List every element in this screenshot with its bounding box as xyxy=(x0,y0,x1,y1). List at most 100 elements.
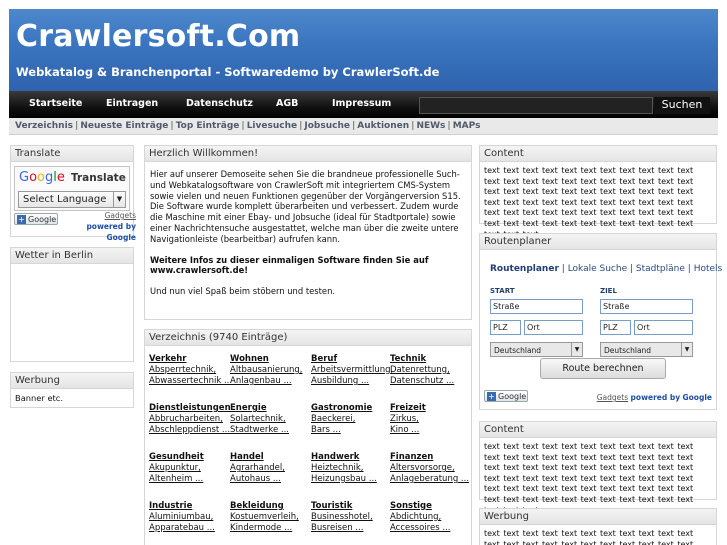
ziel-plz-input[interactable]: PLZ xyxy=(600,320,631,335)
subcategory-link[interactable]: Anlagenbau ... xyxy=(230,376,310,387)
start-ort-input[interactable]: Ort xyxy=(524,320,583,335)
subnav-neueste[interactable]: Neueste Einträge xyxy=(80,121,168,131)
subcategory-link[interactable]: Heizungsbau ... xyxy=(311,474,391,485)
subcategory-link[interactable]: Kindermode ... xyxy=(230,523,310,534)
start-plz-input[interactable]: PLZ xyxy=(490,320,521,335)
subcategory-link[interactable]: Abschleppdienst ... xyxy=(149,425,230,436)
subcategory-link[interactable]: Heiztechnik, xyxy=(311,463,391,474)
subcategory-link[interactable]: Autohaus ... xyxy=(230,474,310,485)
start-label: START xyxy=(490,287,515,295)
gadgets-link[interactable]: Gadgets xyxy=(597,393,628,402)
nav-eintragen[interactable]: Eintragen xyxy=(106,98,158,109)
directory-category: Handwerk Heiztechnik, Heizungsbau ... xyxy=(311,452,391,485)
box-title: Content xyxy=(480,422,716,438)
subnav-top[interactable]: Top Einträge xyxy=(176,121,240,131)
subcategory-link[interactable]: Datenrettung, xyxy=(390,365,470,376)
category-link[interactable]: Energie xyxy=(230,403,310,414)
category-link[interactable]: Touristik xyxy=(311,501,391,512)
subcategory-link[interactable]: Apparatebau ... xyxy=(149,523,229,534)
subnav-verzeichnis[interactable]: Verzeichnis xyxy=(15,121,73,131)
subcategory-link[interactable]: Datenschutz ... xyxy=(390,376,470,387)
subcategory-link[interactable]: Baeckerei, xyxy=(311,414,391,425)
google-logo: Google xyxy=(19,170,65,185)
box-title: Wetter in Berlin xyxy=(11,248,133,264)
start-street-input[interactable]: Straße xyxy=(490,299,583,314)
category-link[interactable]: Verkehr xyxy=(149,354,229,365)
subcategory-link[interactable]: Altersvorsorge, xyxy=(390,463,470,474)
subcategory-link[interactable]: Altenheim ... xyxy=(149,474,229,485)
subnav-auktionen[interactable]: Auktionen xyxy=(357,121,409,131)
welcome-text: Hier auf unserer Demoseite sehen Sie die… xyxy=(150,169,461,244)
nav-startseite[interactable]: Startseite xyxy=(29,98,82,109)
translate-box: Translate Google Translate Select Langua… xyxy=(10,145,136,242)
category-link[interactable]: Handwerk xyxy=(311,452,391,463)
add-to-google-button[interactable]: + Google xyxy=(14,213,58,225)
subcategory-link[interactable]: Businesshotel, xyxy=(311,512,391,523)
search-input[interactable] xyxy=(419,97,653,114)
google-link[interactable]: Google xyxy=(683,393,713,402)
gadgets-link[interactable]: Gadgets xyxy=(105,211,136,220)
google-link[interactable]: Google xyxy=(107,233,137,242)
subcategory-link[interactable]: Solartechnik, xyxy=(230,414,310,425)
subcategory-link[interactable]: Busreisen ... xyxy=(311,523,391,534)
tab-hotels[interactable]: Hotels xyxy=(694,264,723,274)
ziel-country-select[interactable]: Deutschland ▼ xyxy=(600,342,693,357)
category-link[interactable]: Wohnen xyxy=(230,354,310,365)
language-select[interactable]: Select Language ▼ xyxy=(18,191,126,208)
nav-impressum[interactable]: Impressum xyxy=(332,98,391,109)
subnav-livesuche[interactable]: Livesuche xyxy=(247,121,297,131)
subcategory-link[interactable]: Bars ... xyxy=(311,425,391,436)
subcategory-link[interactable]: Abdichtung, xyxy=(390,512,470,523)
category-link[interactable]: Dienstleistungen xyxy=(149,403,231,414)
subcategory-link[interactable]: Anlageberatung ... xyxy=(390,474,470,485)
route-planner-box: Routenplaner Routenplaner | Lokale Suche… xyxy=(479,233,722,410)
tab-lokale-suche[interactable]: Lokale Suche xyxy=(568,264,627,274)
welcome-closing: Und nun viel Spaß beim stöbern und teste… xyxy=(150,286,336,297)
nav-datenschutz[interactable]: Datenschutz xyxy=(186,98,253,109)
nav-agb[interactable]: AGB xyxy=(276,98,298,109)
subcategory-link[interactable]: Zirkus, xyxy=(390,414,470,425)
category-link[interactable]: Gastronomie xyxy=(311,403,391,414)
subcategory-link[interactable]: Kostuemverleih, xyxy=(230,512,310,523)
category-link[interactable]: Beruf xyxy=(311,354,391,365)
subcategory-link[interactable]: Akupunktur, xyxy=(149,463,229,474)
category-link[interactable]: Handel xyxy=(230,452,310,463)
subnav-news[interactable]: NEWs xyxy=(416,121,445,131)
subcategory-link[interactable]: Agrarhandel, xyxy=(230,463,310,474)
ziel-ort-input[interactable]: Ort xyxy=(634,320,693,335)
subnav-maps[interactable]: MAPs xyxy=(453,121,481,131)
box-title: Herzlich Willkommen! xyxy=(145,146,471,162)
subnav-jobsuche[interactable]: Jobsuche xyxy=(304,121,350,131)
calculate-route-button[interactable]: Route berechnen xyxy=(540,358,666,379)
category-link[interactable]: Industrie xyxy=(149,501,229,512)
start-country-select[interactable]: Deutschland ▼ xyxy=(490,342,583,357)
subcategory-link[interactable]: Accessoires ... xyxy=(390,523,470,534)
start-country-value: Deutschland xyxy=(494,346,542,355)
chevron-down-icon: ▼ xyxy=(681,343,692,356)
subcategory-link[interactable]: Altbausanierung, xyxy=(230,365,310,376)
subcategory-link[interactable]: Kino ... xyxy=(390,425,470,436)
directory-category: Technik Datenrettung, Datenschutz ... xyxy=(390,354,470,387)
site-title[interactable]: Crawlersoft.Com xyxy=(16,19,300,54)
route-tabs: Routenplaner | Lokale Suche | Stadtpläne… xyxy=(490,264,722,274)
subcategory-link[interactable]: Aluminiumbau, xyxy=(149,512,229,523)
tab-routenplaner[interactable]: Routenplaner xyxy=(490,264,559,274)
category-link[interactable]: Sonstige xyxy=(390,501,470,512)
category-link[interactable]: Freizeit xyxy=(390,403,470,414)
subcategory-link[interactable]: Absperrtechnik, xyxy=(149,365,229,376)
category-link[interactable]: Technik xyxy=(390,354,470,365)
category-link[interactable]: Bekleidung xyxy=(230,501,310,512)
category-link[interactable]: Gesundheit xyxy=(149,452,229,463)
add-to-google-button[interactable]: + Google xyxy=(484,390,528,402)
subcategory-link[interactable]: Abbrucharbeiten, xyxy=(149,414,229,425)
subcategory-link[interactable]: Ausbildung ... xyxy=(311,376,391,387)
subcategory-link[interactable]: Stadtwerke ... xyxy=(230,425,310,436)
category-link[interactable]: Finanzen xyxy=(390,452,470,463)
directory-category: Energie Solartechnik, Stadtwerke ... xyxy=(230,403,310,436)
tab-stadtplaene[interactable]: Stadtpläne xyxy=(636,264,685,274)
ziel-street-input[interactable]: Straße xyxy=(600,299,693,314)
box-title: Verzeichnis (9740 Einträge) xyxy=(145,330,471,346)
subcategory-link[interactable]: Abwassertechnik ... xyxy=(149,376,232,387)
search-button[interactable]: Suchen xyxy=(654,97,710,114)
subcategory-link[interactable]: Arbeitsvermittlung, xyxy=(311,365,393,376)
